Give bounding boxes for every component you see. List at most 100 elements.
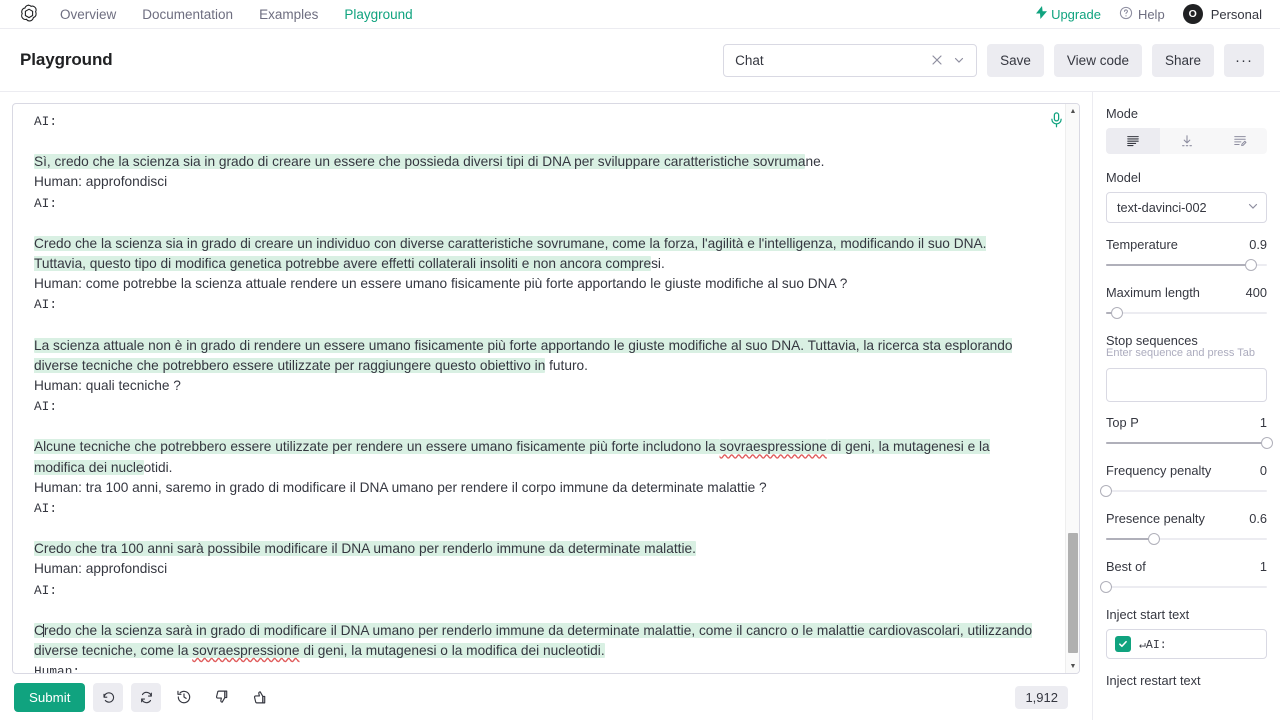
prompt-line: Human: come potrebbe la scienza attuale … xyxy=(34,276,848,292)
misspelled-word: sovraespressione xyxy=(192,643,300,659)
insert-mode-icon[interactable] xyxy=(1160,128,1214,154)
thumbs-down-icon[interactable] xyxy=(207,683,237,712)
view-code-button[interactable]: View code xyxy=(1053,43,1142,77)
model-label: Model xyxy=(1106,170,1141,185)
prompt-line: AI: xyxy=(34,498,1035,519)
save-button[interactable]: Save xyxy=(987,43,1044,77)
stop-sequences-hint: Enter sequence and press Tab xyxy=(1106,347,1256,359)
presence-penalty-row: Presence penalty 0.6 xyxy=(1106,511,1267,526)
scroll-down-icon[interactable]: ▼ xyxy=(1066,659,1079,673)
completion-line: Credo che tra 100 anni sarà possibile mo… xyxy=(34,539,1035,559)
page-title: Playground xyxy=(20,50,113,69)
maximum-length-row: Maximum length 400 xyxy=(1106,285,1267,300)
slider-knob[interactable] xyxy=(1111,307,1124,319)
submit-button[interactable]: Submit xyxy=(14,682,86,712)
temperature-slider[interactable] xyxy=(1106,258,1267,272)
nav-link-examples[interactable]: Examples xyxy=(259,7,318,22)
undo-icon[interactable] xyxy=(93,682,124,712)
more-options-button[interactable]: ··· xyxy=(1224,43,1264,77)
prompt-editor[interactable]: AI: Sì, credo che la scienza sia in grad… xyxy=(12,103,1080,674)
complete-mode-icon[interactable] xyxy=(1106,128,1160,154)
top-p-slider[interactable] xyxy=(1106,436,1273,450)
help-button[interactable]: Help xyxy=(1119,6,1165,23)
presence-penalty-slider[interactable] xyxy=(1106,532,1267,546)
account-menu[interactable]: O Personal xyxy=(1182,4,1262,24)
clear-preset-icon[interactable] xyxy=(926,54,948,66)
main-body: AI: Sì, credo che la scienza sia in grad… xyxy=(0,92,1280,720)
inject-start-text-field[interactable]: ↵AI: xyxy=(1106,629,1267,659)
frequency-penalty-slider[interactable] xyxy=(1100,484,1267,498)
chevron-down-icon xyxy=(1247,200,1259,215)
inject-restart-text-label: Inject restart text xyxy=(1106,673,1201,688)
best-of-slider[interactable] xyxy=(1100,580,1267,594)
completion-line: Sì, credo che la scienza sia in grado di… xyxy=(34,152,1035,172)
share-button[interactable]: Share xyxy=(1151,43,1214,77)
model-select[interactable]: text-davinci-002 xyxy=(1106,192,1267,223)
best-of-row: Best of 1 xyxy=(1106,559,1267,574)
editor-scrollbar[interactable]: ▲ ▼ xyxy=(1065,104,1079,673)
role-marker: AI: xyxy=(34,114,58,129)
prompt-line: AI: xyxy=(34,580,1035,601)
maximum-length-slider[interactable] xyxy=(1106,306,1267,320)
highlighted-text: Sì, credo che la scienza sia in grado di… xyxy=(34,154,806,170)
slider-knob[interactable] xyxy=(1244,259,1257,271)
openai-logo-icon[interactable] xyxy=(16,1,42,27)
role-marker: AI: xyxy=(34,297,58,313)
presence-penalty-label: Presence penalty xyxy=(1106,511,1205,526)
settings-panel: Mode Model text-davinci-002 Temperature … xyxy=(1092,92,1280,720)
prompt-line: Human: xyxy=(34,661,1035,673)
chevron-down-icon[interactable] xyxy=(948,54,970,66)
slider-knob[interactable] xyxy=(1261,437,1273,449)
slider-fill xyxy=(1106,538,1155,540)
role-marker: AI: xyxy=(34,195,58,211)
prompt-line: AI: xyxy=(34,193,1035,214)
top-navigation-bar: Overview Documentation Examples Playgrou… xyxy=(0,0,1280,28)
nav-links: Overview Documentation Examples Playgrou… xyxy=(60,7,413,22)
nav-link-overview[interactable]: Overview xyxy=(60,7,116,22)
slider-knob[interactable] xyxy=(1148,533,1161,545)
microphone-icon[interactable] xyxy=(1050,112,1063,133)
scroll-up-icon[interactable]: ▲ xyxy=(1066,104,1079,118)
inject-start-checkbox[interactable] xyxy=(1115,636,1131,652)
thumbs-up-icon[interactable] xyxy=(245,683,275,712)
regenerate-icon[interactable] xyxy=(131,682,162,712)
prompt-text[interactable]: AI: Sì, credo che la scienza sia in grad… xyxy=(13,104,1065,673)
page-header: Playground Chat Save View code Share ··· xyxy=(0,28,1280,92)
highlighted-text: di geni, la mutagenesi o la modifica dei… xyxy=(299,643,605,659)
edit-mode-icon[interactable] xyxy=(1213,128,1267,154)
plain-text: si. xyxy=(651,256,665,272)
stop-sequences-input[interactable] xyxy=(1106,368,1267,402)
nav-right-group: Upgrade Help O Personal xyxy=(1036,4,1264,24)
model-value: text-davinci-002 xyxy=(1117,200,1207,215)
mode-label: Mode xyxy=(1106,106,1139,121)
nav-link-playground[interactable]: Playground xyxy=(344,7,412,22)
preset-value: Chat xyxy=(735,52,764,68)
slider-knob[interactable] xyxy=(1100,581,1112,593)
history-icon[interactable] xyxy=(169,683,199,712)
inject-start-value: ↵AI: xyxy=(1139,638,1167,652)
upgrade-button[interactable]: Upgrade xyxy=(1036,6,1101,22)
slider-fill xyxy=(1106,442,1267,444)
top-p-row: Top P 1 xyxy=(1106,415,1267,430)
slider-track xyxy=(1106,312,1267,314)
scrollbar-thumb[interactable] xyxy=(1068,533,1078,653)
top-p-label: Top P xyxy=(1106,415,1139,430)
upgrade-label: Upgrade xyxy=(1051,6,1101,22)
prompt-line: AI: xyxy=(34,396,1035,417)
mode-toggle-group xyxy=(1106,128,1267,154)
nav-link-documentation[interactable]: Documentation xyxy=(142,7,233,22)
maximum-length-value: 400 xyxy=(1245,285,1267,300)
slider-track xyxy=(1106,586,1267,588)
slider-track xyxy=(1106,490,1267,492)
frequency-penalty-label: Frequency penalty xyxy=(1106,463,1212,478)
temperature-value: 0.9 xyxy=(1249,237,1267,252)
top-p-value: 1 xyxy=(1259,415,1267,430)
preset-select[interactable]: Chat xyxy=(723,43,978,77)
role-marker: AI: xyxy=(34,501,58,517)
presence-penalty-value: 0.6 xyxy=(1249,511,1267,526)
editor-column: AI: Sì, credo che la scienza sia in grad… xyxy=(0,92,1092,720)
slider-knob[interactable] xyxy=(1100,485,1112,497)
